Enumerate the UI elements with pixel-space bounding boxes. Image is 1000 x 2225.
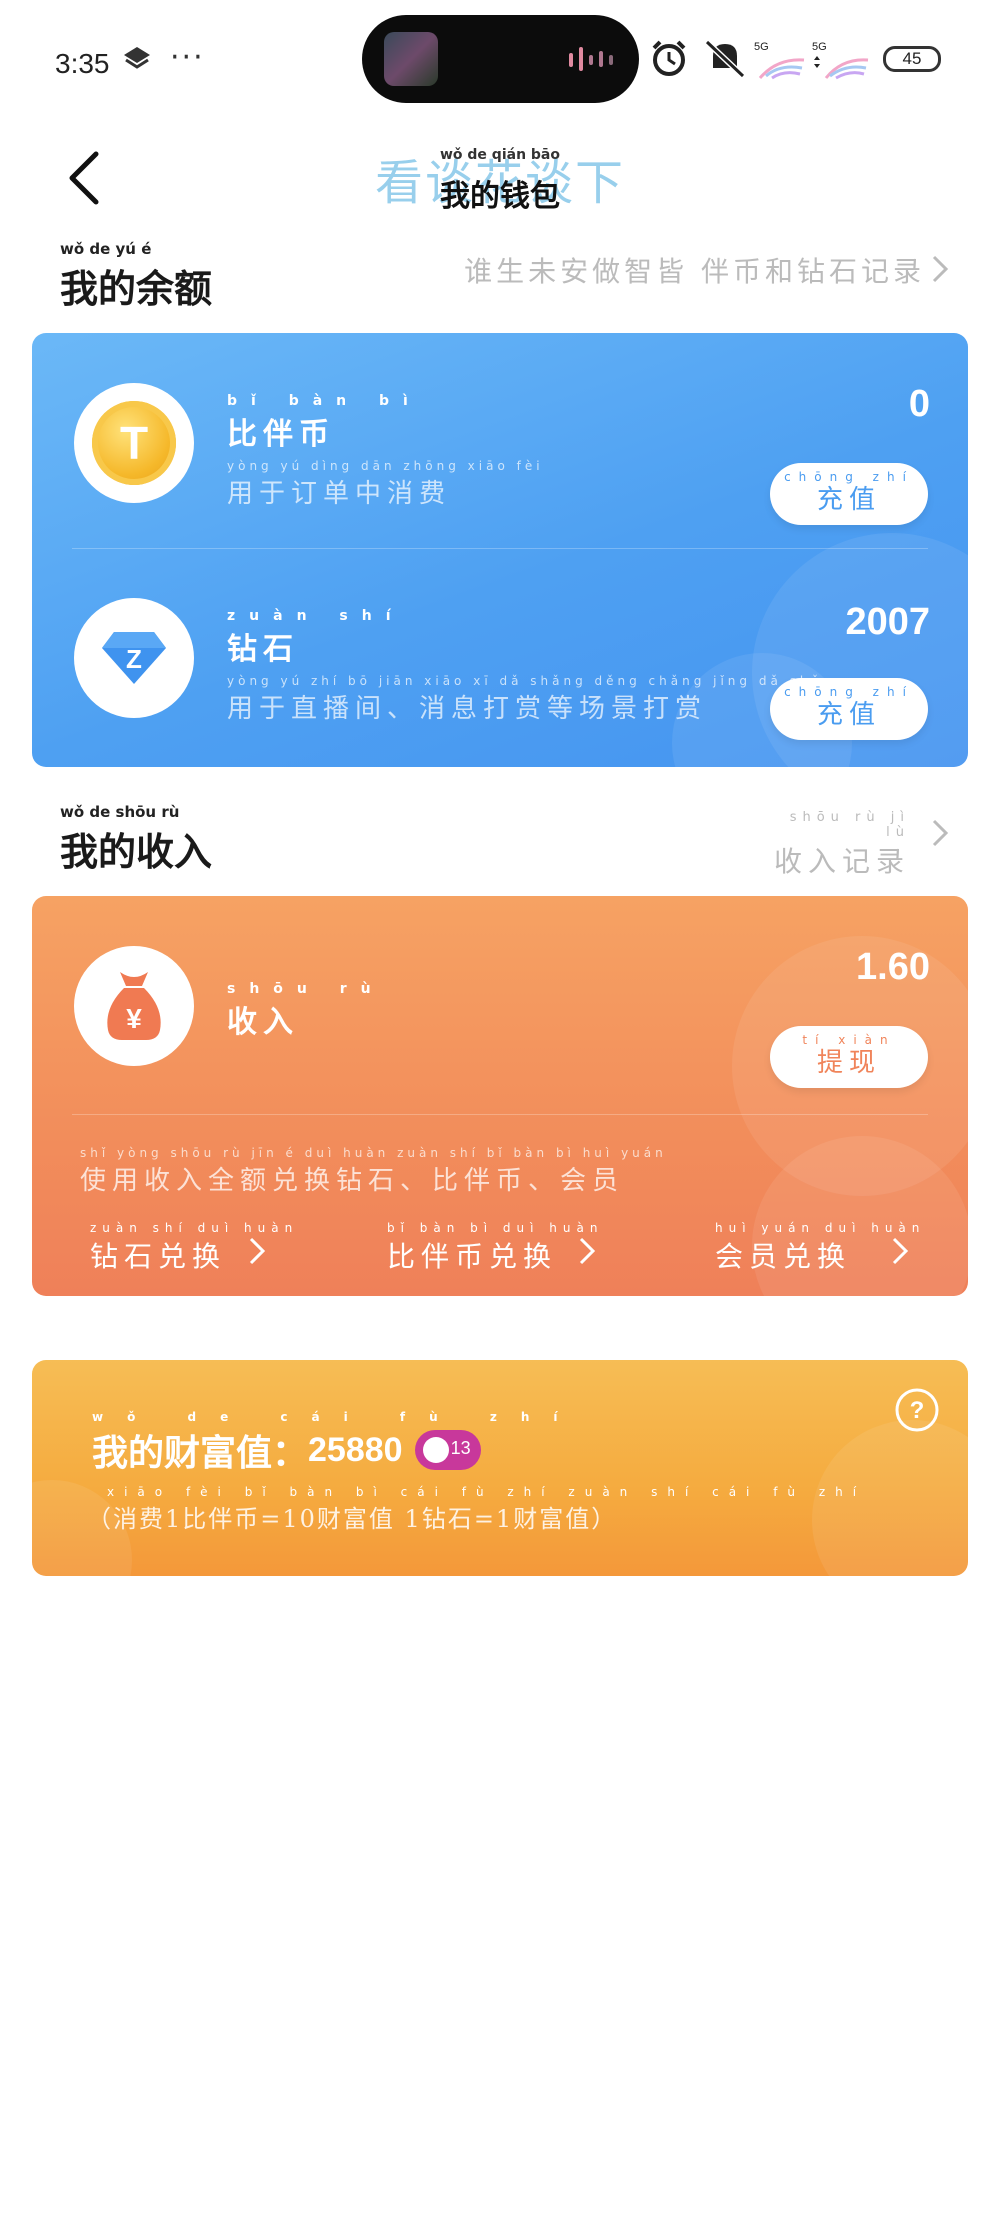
divider <box>72 548 928 549</box>
income-title-pinyin: wǒ de shōu rù <box>60 803 180 821</box>
balance-record-link[interactable]: 谁生未安做智皆 伴币和钻石记录 <box>325 250 925 290</box>
svg-text:¥: ¥ <box>126 1003 142 1034</box>
chevron-right-icon[interactable] <box>930 254 950 284</box>
item-name-pinyin: bǐ bàn bì <box>227 393 422 409</box>
help-icon[interactable]: ? <box>894 1387 940 1433</box>
income-note-pinyin: shǐ yòng shōu rù jīn é duì huàn zuàn shí… <box>80 1146 667 1160</box>
audio-wave-icon <box>569 47 613 71</box>
wealth-value: 25880 <box>308 1430 403 1469</box>
balance-card: T bǐ bàn bì 比伴币 yòng yú dìng dān zhōng x… <box>32 333 968 767</box>
income-name-pinyin: shōu rù <box>227 981 385 997</box>
wealth-label-pinyin: wǒ de cái fù zhí <box>92 1410 582 1424</box>
item-desc: 用于直播间、消息打赏等场景打赏 <box>227 694 708 724</box>
signal-icon: 5G <box>754 41 805 80</box>
back-icon[interactable] <box>60 148 110 208</box>
title-text: 我的钱包 <box>440 179 560 214</box>
income-card: ¥ shōu rù 收入 1.60 tí xiàn 提现 shǐ yòng sh… <box>32 896 968 1296</box>
recharge-diamond-button[interactable]: chōng zhí 充值 <box>770 678 928 740</box>
wealth-label: 我的财富值： <box>92 1432 309 1474</box>
wealth-note: （消费1比伴币=10财富值 1钻石=1财富值） <box>87 1505 618 1533</box>
income-record-label: 收入记录 <box>773 845 910 878</box>
more-icon: ··· <box>170 40 205 75</box>
balance-title-pinyin: wǒ de yú é <box>60 240 152 258</box>
money-bag-icon: ¥ <box>107 972 161 1040</box>
item-desc-pinyin: yòng yú dìng dān zhōng xiāo fèi <box>227 459 544 473</box>
coin-icon-wrapper: T <box>74 383 194 503</box>
chevron-right-icon[interactable] <box>577 1236 597 1266</box>
item-desc: 用于订单中消费 <box>227 479 452 509</box>
title-pinyin: wǒ de qián bāo <box>439 147 560 163</box>
alarm-icon <box>652 40 686 76</box>
status-time: 3:35 <box>55 48 110 79</box>
income-amount: 1.60 <box>856 946 930 988</box>
income-record-link[interactable]: shōu rù jì lù 收入记录 <box>760 810 910 880</box>
diamond-icon-wrapper: Z <box>74 598 194 718</box>
wealth-level-badge: 13 <box>414 1430 481 1470</box>
page-title: 看谈花谈下 wǒ de qián bāo 我的钱包 <box>300 148 700 218</box>
chevron-right-icon[interactable] <box>930 818 950 848</box>
balance-title: 我的余额 <box>60 266 213 311</box>
status-bar: 3:35 ··· 5G 5G 45 <box>0 0 1000 120</box>
balance-record-label: 谁生未安做智皆 伴币和钻石记录 <box>464 255 925 288</box>
wealth-card: ? wǒ de cái fù zhí 我的财富值： 25880 13 xiāo … <box>32 1360 968 1576</box>
divider <box>72 1114 928 1115</box>
svg-text:?: ? <box>910 1397 925 1424</box>
recharge-coin-button[interactable]: chōng zhí 充值 <box>770 463 928 525</box>
dynamic-island[interactable] <box>362 15 639 103</box>
item-name: 比伴币 <box>227 417 335 452</box>
exchange-label: 比伴币兑换 <box>387 1240 558 1273</box>
withdraw-button[interactable]: tí xiàn 提现 <box>770 1026 928 1088</box>
svg-text:5G: 5G <box>754 41 769 53</box>
income-name: 收入 <box>227 1005 299 1040</box>
mute-icon <box>704 39 746 78</box>
income-section-header: wǒ de shōu rù 我的收入 <box>60 803 212 876</box>
svg-text:5G: 5G <box>812 41 827 53</box>
diamond-icon: Z <box>102 632 166 684</box>
balance-section-header: wǒ de yú é 我的余额 <box>60 240 212 313</box>
chevron-right-icon[interactable] <box>247 1236 267 1266</box>
wealth-note-pinyin: xiāo fèi bǐ bàn bì cái fù zhí zuàn shí c… <box>107 1485 867 1499</box>
income-note: 使用收入全额兑换钻石、比伴币、会员 <box>80 1166 625 1196</box>
diamond-icon <box>422 1437 449 1463</box>
exchange-coin-button[interactable]: bǐ bàn bì duì huàn 比伴币兑换 <box>387 1221 603 1275</box>
item-desc-pinyin: yòng yú zhí bō jiān xiāo xī dǎ shǎng děn… <box>227 674 847 688</box>
chevron-right-icon[interactable] <box>890 1236 910 1266</box>
media-thumbnail <box>384 32 438 86</box>
battery-icon: 45 <box>883 46 941 72</box>
coin-icon: T <box>92 401 176 485</box>
wealth-level: 13 <box>450 1438 471 1458</box>
diamond-amount: 2007 <box>845 601 930 643</box>
coin-amount: 0 <box>908 383 930 425</box>
signal-icon: 5G <box>812 41 869 80</box>
svg-text:Z: Z <box>126 644 142 674</box>
money-bag-icon-wrapper: ¥ <box>74 946 194 1066</box>
layers-icon <box>124 47 150 69</box>
income-title: 我的收入 <box>60 829 213 874</box>
